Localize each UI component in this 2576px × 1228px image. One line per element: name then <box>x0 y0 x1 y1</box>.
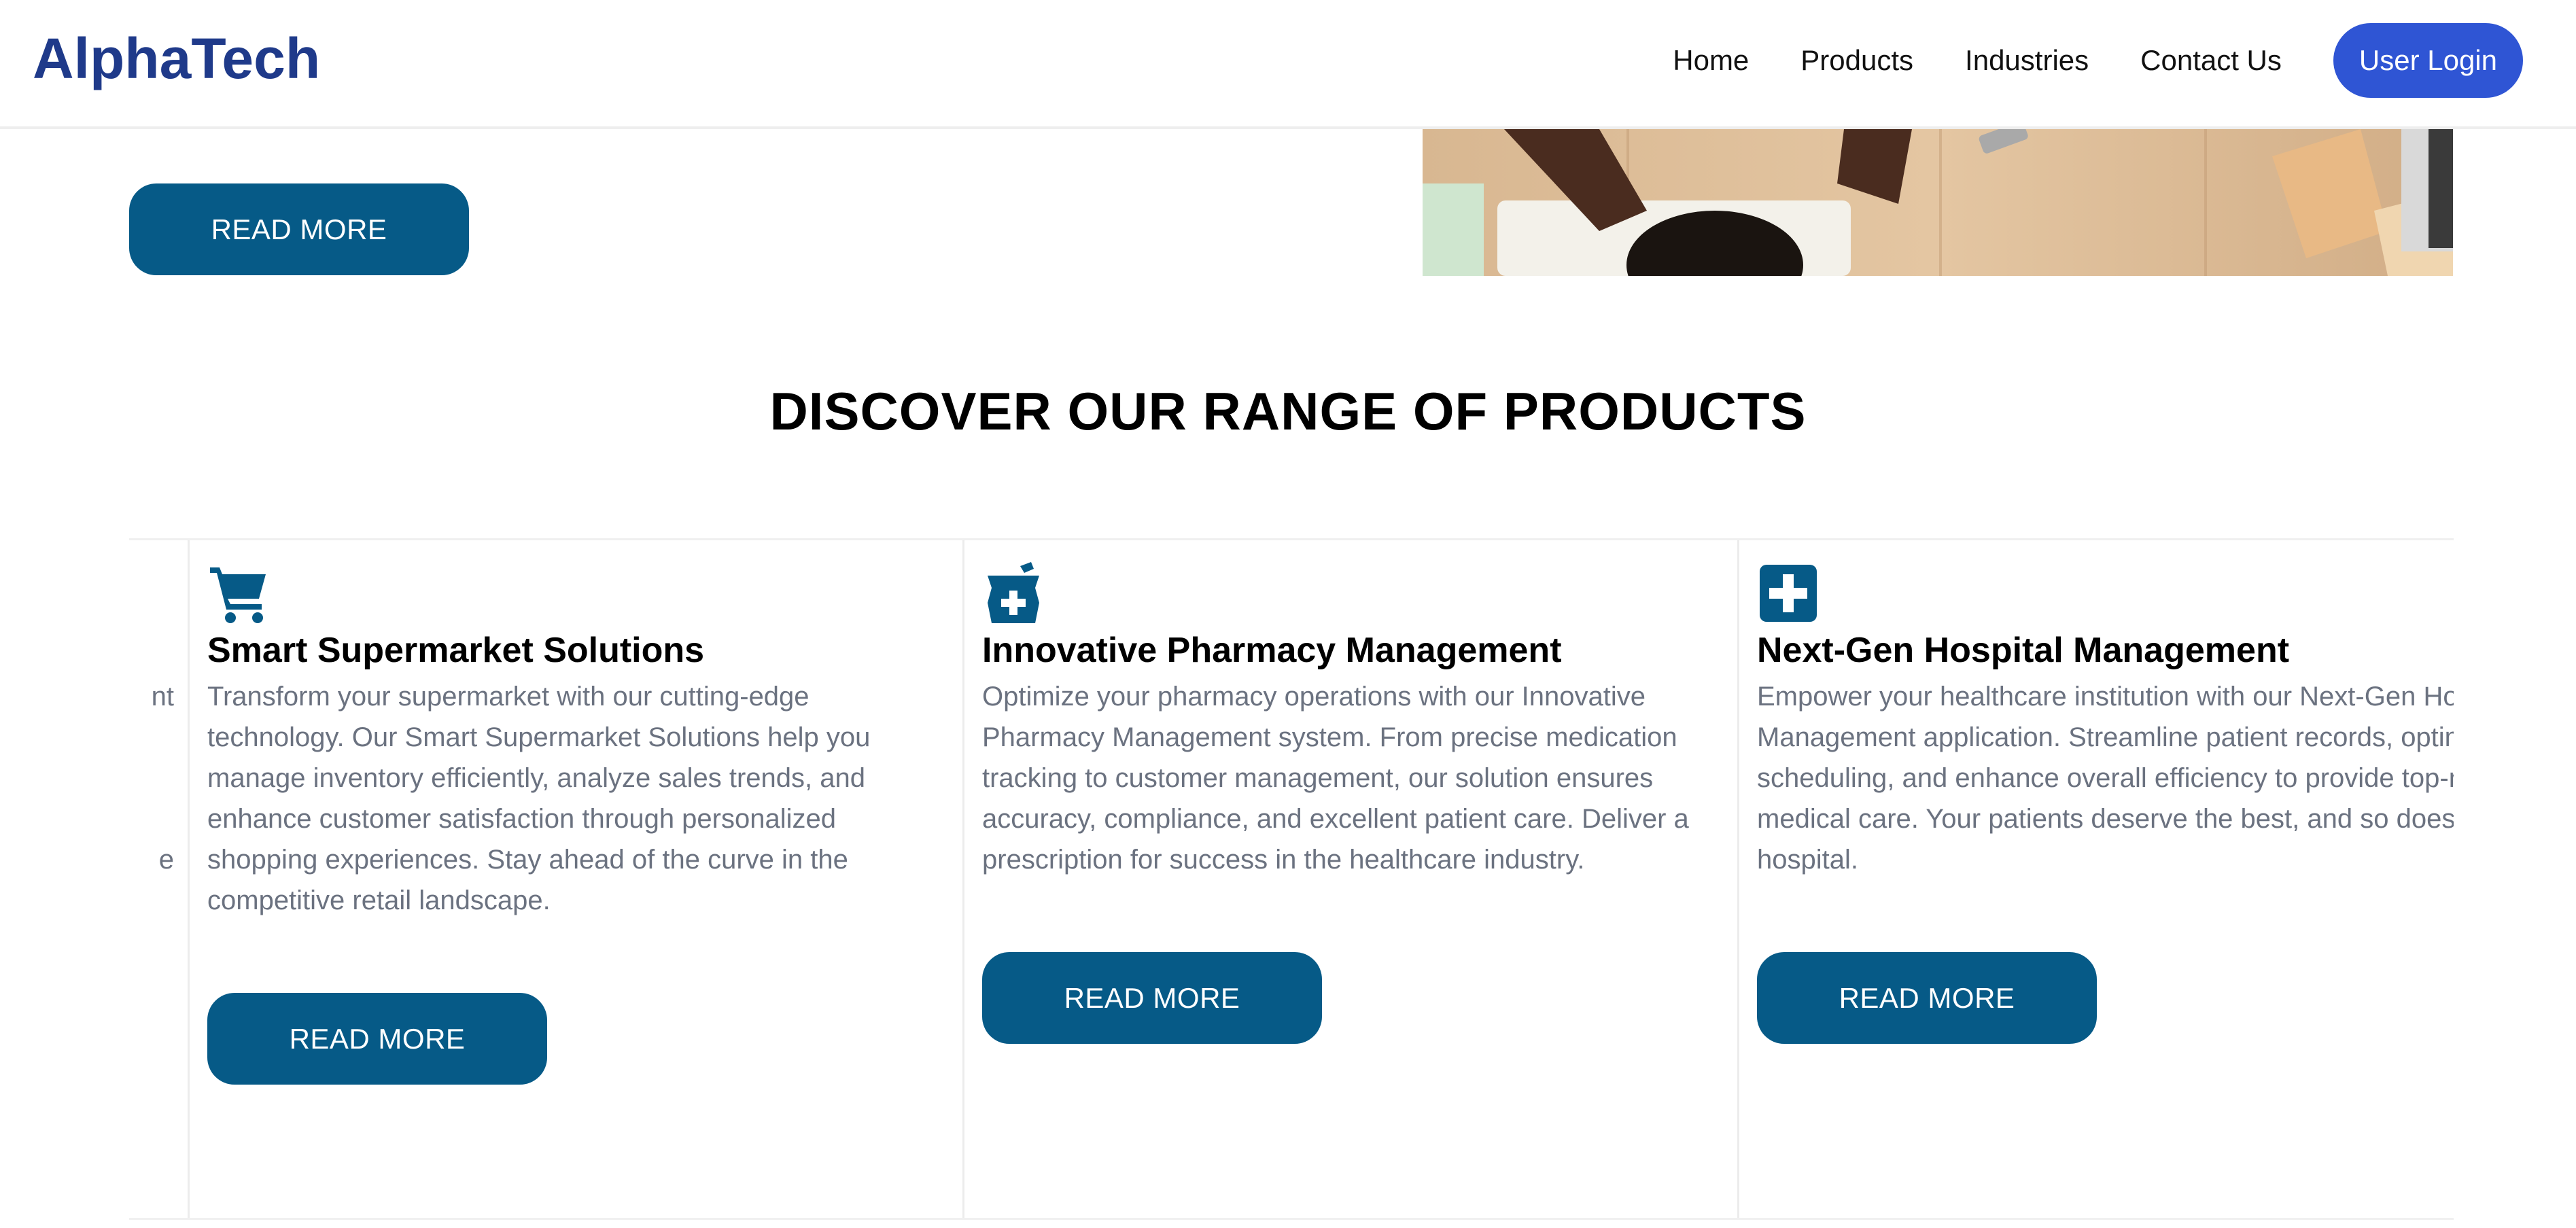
nav-home[interactable]: Home <box>1673 43 1749 77</box>
hero-image <box>1423 129 2453 276</box>
partial-product-card: nt e <box>129 540 188 1218</box>
product-card-title: Innovative Pharmacy Management <box>982 631 1562 670</box>
partial-card-text-fragment: e <box>158 845 174 875</box>
product-card-pharmacy: Innovative Pharmacy Management Optimize … <box>962 540 1737 1218</box>
main-nav: Home Products Industries Contact Us User… <box>1673 23 2523 98</box>
nav-products[interactable]: Products <box>1800 43 1913 77</box>
site-header: AlphaTech Home Products Industries Conta… <box>0 0 2576 129</box>
hero-read-more-button[interactable]: READ MORE <box>129 183 469 275</box>
products-section-title: DISCOVER OUR RANGE OF PRODUCTS <box>769 381 1807 441</box>
nav-contact-us[interactable]: Contact Us <box>2140 43 2282 77</box>
hero-photo-desk <box>1423 129 2453 276</box>
product-card-description: Optimize your pharmacy operations with o… <box>982 682 1689 875</box>
user-login-button[interactable]: User Login <box>2333 23 2523 98</box>
products-carousel: nt e Smart Supermarket Solutions Transfo… <box>129 538 2454 1220</box>
product-card-title: Next-Gen Hospital Management <box>1757 631 2290 670</box>
nav-industries[interactable]: Industries <box>1965 43 2089 77</box>
read-more-button[interactable]: READ MORE <box>207 993 547 1085</box>
pharmacy-mortar-icon <box>988 562 1039 623</box>
product-card-hospital: Next-Gen Hospital Management Empower you… <box>1737 540 2454 1218</box>
site-logo[interactable]: AlphaTech <box>33 24 320 92</box>
product-card-supermarket: Smart Supermarket Solutions Transform yo… <box>188 540 962 1218</box>
read-more-button[interactable]: READ MORE <box>982 952 1322 1044</box>
partial-card-text-fragment: nt <box>151 682 174 712</box>
shopping-cart-icon <box>210 567 266 623</box>
product-card-description: Empower your healthcare institution with… <box>1757 682 2454 875</box>
product-card-title: Smart Supermarket Solutions <box>207 631 705 670</box>
hospital-plus-icon <box>1760 565 1817 622</box>
product-card-description: Transform your supermarket with our cutt… <box>207 682 871 915</box>
read-more-button[interactable]: READ MORE <box>1757 952 2097 1044</box>
